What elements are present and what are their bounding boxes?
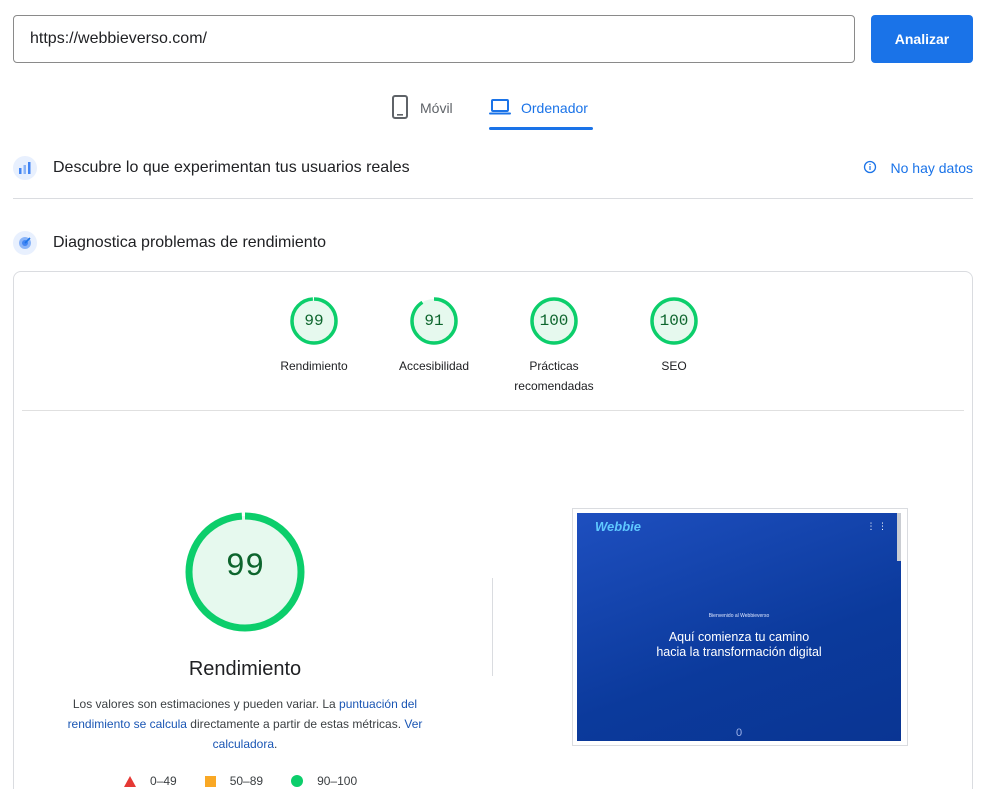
field-data-header: Descubre lo que experimentan tus usuario… bbox=[13, 155, 973, 181]
gauge-score: 100 bbox=[539, 312, 569, 330]
legend-range: 50–89 bbox=[229, 774, 264, 788]
tab-mobile[interactable]: Móvil bbox=[390, 86, 453, 130]
diagnostics-title: Diagnostica problemas de rendimiento bbox=[53, 234, 327, 251]
screenshot-image: Webbie ⋮ ⋮ Bienvenido al Webbieverso Aqu… bbox=[577, 513, 901, 741]
tab-desktop[interactable]: Ordenador bbox=[489, 86, 588, 130]
lab-gauge-icon bbox=[13, 231, 37, 255]
no-data-link[interactable]: No hay datos bbox=[863, 160, 974, 177]
active-tab-indicator bbox=[489, 127, 593, 130]
gauge-performance[interactable]: 99 Rendimiento bbox=[254, 296, 374, 376]
performance-disclaimer: Los valores son estimaciones y pueden va… bbox=[64, 694, 426, 754]
performance-title: Rendimiento bbox=[188, 658, 302, 680]
screenshot-headline-line: hacia la transformación digital bbox=[656, 645, 822, 659]
gauge-score: 99 bbox=[304, 312, 324, 330]
gauge-accessibility[interactable]: 91 Accesibilidad bbox=[374, 296, 494, 376]
disclaimer-text: Los valores son estimaciones y pueden va… bbox=[72, 697, 340, 711]
gauge-seo[interactable]: 100 SEO bbox=[614, 296, 734, 376]
page-screenshot-thumbnail[interactable]: Webbie ⋮ ⋮ Bienvenido al Webbieverso Aqu… bbox=[572, 508, 908, 746]
square-icon bbox=[204, 775, 216, 787]
card-divider bbox=[22, 410, 964, 411]
gauge-score: 91 bbox=[424, 312, 444, 330]
device-tabs: Móvil Ordenador bbox=[0, 86, 1002, 130]
gauge-score: 100 bbox=[659, 312, 689, 330]
screenshot-headline-line: Aquí comienza tu camino bbox=[668, 630, 810, 644]
laptop-icon bbox=[489, 98, 511, 119]
gauge-label: Accesibilidad bbox=[398, 359, 470, 373]
screenshot-scrollbar bbox=[897, 513, 901, 561]
score-legend: 0–49 50–89 90–100 bbox=[124, 774, 357, 788]
legend-range: 90–100 bbox=[317, 774, 358, 788]
disclaimer-text: . bbox=[274, 737, 278, 751]
disclaimer-text: directamente a partir de estas métricas. bbox=[186, 717, 405, 731]
gauge-label: SEO bbox=[661, 359, 687, 373]
tab-mobile-label: Móvil bbox=[420, 100, 453, 116]
legend-range: 0–49 bbox=[150, 774, 177, 788]
performance-big-score: 99 bbox=[225, 548, 265, 585]
gauge-best-practices[interactable]: 100 Prácticas recomendadas bbox=[494, 296, 614, 396]
triangle-icon bbox=[124, 775, 136, 787]
url-input[interactable] bbox=[13, 15, 855, 63]
field-data-title: Descubre lo que experimentan tus usuario… bbox=[53, 159, 410, 176]
legend-item-pass: 90–100 bbox=[291, 774, 357, 788]
diagnostics-header: Diagnostica problemas de rendimiento bbox=[13, 230, 973, 256]
screenshot-menu-icon: ⋮ ⋮ bbox=[866, 521, 887, 531]
info-icon bbox=[863, 160, 877, 177]
phone-icon bbox=[390, 94, 410, 122]
no-data-label: No hay datos bbox=[890, 160, 974, 176]
legend-item-average: 50–89 bbox=[204, 774, 264, 788]
screenshot-welcome-text: Bienvenido al Webbieverso bbox=[708, 613, 770, 619]
analyze-button[interactable]: Analizar bbox=[871, 15, 973, 63]
legend-item-fail: 0–49 bbox=[124, 774, 177, 788]
gauge-label: Prácticas recomendadas bbox=[514, 359, 594, 393]
circle-icon bbox=[291, 775, 304, 787]
gauge-label: Rendimiento bbox=[280, 359, 348, 373]
screenshot-footer-text: 0 bbox=[735, 727, 743, 739]
section-divider bbox=[13, 198, 973, 199]
report-card: 99 Rendimiento 91 Accesibilidad 100 Prác… bbox=[13, 271, 973, 789]
users-chart-icon bbox=[13, 156, 37, 180]
screenshot-logo: Webbie bbox=[595, 519, 641, 534]
vertical-separator bbox=[492, 578, 493, 676]
tab-desktop-label: Ordenador bbox=[521, 100, 588, 116]
screenshot-headline: Aquí comienza tu camino hacia la transfo… bbox=[577, 630, 901, 660]
